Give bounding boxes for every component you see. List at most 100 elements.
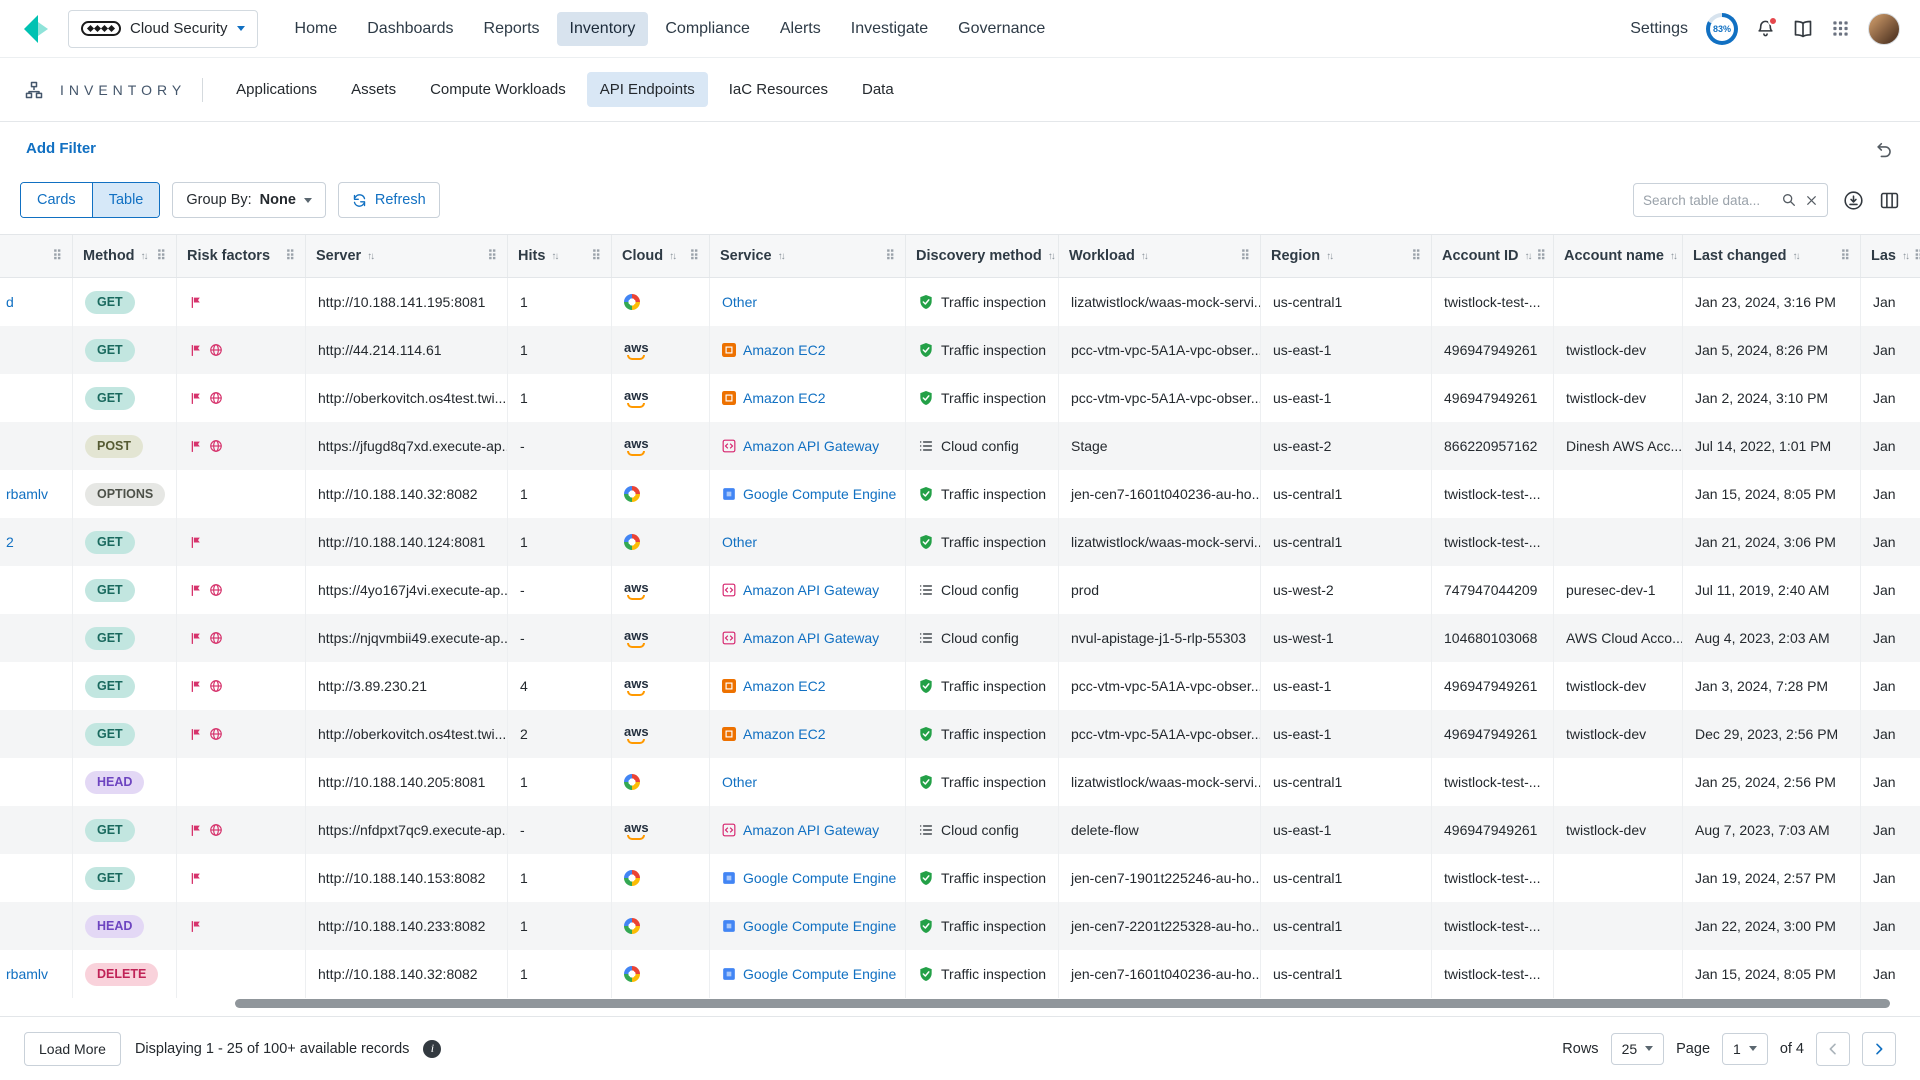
column-drag-handle-icon[interactable]: ⠿ [689,248,699,264]
tab-applications[interactable]: Applications [223,72,330,107]
column-drag-handle-icon[interactable]: ⠿ [1914,248,1920,264]
nav-item-dashboards[interactable]: Dashboards [354,12,466,46]
nav-item-investigate[interactable]: Investigate [838,12,941,46]
table-row[interactable]: GEThttp://44.214.114.611awsAmazon EC2Tra… [0,326,1920,374]
user-avatar[interactable] [1868,13,1900,45]
nav-item-home[interactable]: Home [282,12,351,46]
table-row[interactable]: rbamlvOPTIONShttp://10.188.140.32:80821G… [0,470,1920,518]
service-link[interactable]: Google Compute Engine [743,870,896,886]
next-page-button[interactable] [1862,1032,1896,1066]
service-link[interactable]: Amazon API Gateway [743,630,879,646]
tab-data[interactable]: Data [849,72,907,107]
column-drag-handle-icon[interactable]: ⠿ [591,248,601,264]
service-link[interactable]: Amazon API Gateway [743,822,879,838]
table-row[interactable]: GEThttps://4yo167j4vi.execute-ap...-awsA… [0,566,1920,614]
column-header-server[interactable]: Server↑↓⠿ [306,235,508,277]
service-link[interactable]: Google Compute Engine [743,486,896,502]
service-link[interactable]: Amazon EC2 [743,678,825,694]
column-header-method[interactable]: Method↑↓⠿ [73,235,177,277]
search-icon[interactable] [1781,192,1797,208]
reset-filters-icon[interactable] [1875,139,1894,158]
endpoint-link[interactable]: 2 [6,534,14,550]
table-row[interactable]: GEThttp://oberkovitch.os4test.twi...2aws… [0,710,1920,758]
service-link[interactable]: Amazon API Gateway [743,438,879,454]
column-header-workload[interactable]: Workload↑↓⠿ [1059,235,1261,277]
sort-icon[interactable]: ↑↓ [778,251,784,262]
column-drag-handle-icon[interactable]: ⠿ [1240,248,1250,264]
column-header-hidden[interactable]: ⠿ [0,235,73,277]
nav-item-compliance[interactable]: Compliance [652,12,762,46]
download-button[interactable] [1843,190,1864,211]
column-header-cloud[interactable]: Cloud↑↓⠿ [612,235,710,277]
endpoint-link[interactable]: rbamlv [6,486,48,502]
table-row[interactable]: rbamlvDELETEhttp://10.188.140.32:80821Go… [0,950,1920,998]
group-by-dropdown[interactable]: Group By: None [172,182,326,218]
table-search-input[interactable] [1643,193,1773,208]
service-link[interactable]: Other [722,294,757,310]
column-drag-handle-icon[interactable]: ⠿ [156,248,166,264]
nav-item-inventory[interactable]: Inventory [557,12,649,46]
column-header-region[interactable]: Region↑↓⠿ [1261,235,1432,277]
notifications-button[interactable] [1756,19,1775,38]
column-header-account-name[interactable]: Account name↑↓⠿ [1554,235,1683,277]
service-link[interactable]: Google Compute Engine [743,918,896,934]
tab-api-endpoints[interactable]: API Endpoints [587,72,708,107]
sort-icon[interactable]: ↑↓ [551,251,557,262]
table-row[interactable]: HEADhttp://10.188.140.233:80821Google Co… [0,902,1920,950]
docs-book-button[interactable] [1793,19,1813,39]
rows-per-page-select[interactable]: 25 [1611,1033,1665,1065]
sort-icon[interactable]: ↑↓ [1525,251,1531,262]
service-link[interactable]: Amazon EC2 [743,726,825,742]
table-row[interactable]: GEThttps://nfdpxt7qc9.execute-ap...-awsA… [0,806,1920,854]
table-row[interactable]: GEThttp://oberkovitch.os4test.twi...1aws… [0,374,1920,422]
sort-icon[interactable]: ↑↓ [1902,251,1908,262]
column-settings-button[interactable] [1879,190,1900,211]
sort-icon[interactable]: ↑↓ [1141,251,1147,262]
service-link[interactable]: Other [722,534,757,550]
sort-icon[interactable]: ↑↓ [1792,251,1798,262]
endpoint-link[interactable]: rbamlv [6,966,48,982]
column-drag-handle-icon[interactable]: ⠿ [285,248,295,264]
sort-icon[interactable]: ↑↓ [367,251,373,262]
nav-item-alerts[interactable]: Alerts [767,12,834,46]
column-drag-handle-icon[interactable]: ⠿ [1411,248,1421,264]
column-header-discovery-method[interactable]: Discovery method↑↓⠿ [906,235,1059,277]
table-row[interactable]: dGEThttp://10.188.141.195:80811OtherTraf… [0,278,1920,326]
column-header-account-id[interactable]: Account ID↑↓⠿ [1432,235,1554,277]
column-drag-handle-icon[interactable]: ⠿ [487,248,497,264]
column-header-las[interactable]: Las↑↓⠿ [1861,235,1920,277]
product-selector-dropdown[interactable]: Cloud Security [68,10,258,48]
service-link[interactable]: Amazon API Gateway [743,582,879,598]
column-drag-handle-icon[interactable]: ⠿ [1840,248,1850,264]
settings-link[interactable]: Settings [1630,20,1688,38]
table-row[interactable]: POSThttps://jfugd8q7xd.execute-ap...-aws… [0,422,1920,470]
page-select[interactable]: 1 [1722,1033,1768,1065]
sort-icon[interactable]: ↑↓ [1670,251,1676,262]
column-drag-handle-icon[interactable]: ⠿ [1537,248,1547,264]
service-link[interactable]: Amazon EC2 [743,342,825,358]
usage-gauge[interactable]: 83% [1706,13,1738,45]
service-link[interactable]: Google Compute Engine [743,966,896,982]
column-drag-handle-icon[interactable]: ⠿ [52,248,62,264]
sort-icon[interactable]: ↑↓ [1326,251,1332,262]
prev-page-button[interactable] [1816,1032,1850,1066]
nav-item-governance[interactable]: Governance [945,12,1058,46]
refresh-button[interactable]: Refresh [338,182,440,218]
clear-search-icon[interactable] [1805,194,1818,207]
column-header-service[interactable]: Service↑↓⠿ [710,235,906,277]
nav-item-reports[interactable]: Reports [471,12,553,46]
sort-icon[interactable]: ↑↓ [141,251,147,262]
load-more-button[interactable]: Load More [24,1032,121,1066]
column-header-last-changed[interactable]: Last changed↑↓⠿ [1683,235,1861,277]
cards-view-button[interactable]: Cards [21,183,93,217]
apps-grid-button[interactable] [1831,19,1850,38]
table-row[interactable]: GEThttp://10.188.140.153:80821Google Com… [0,854,1920,902]
sort-icon[interactable]: ↑↓ [669,251,675,262]
sort-icon[interactable]: ↑↓ [1048,251,1054,262]
tab-compute-workloads[interactable]: Compute Workloads [417,72,579,107]
column-drag-handle-icon[interactable]: ⠿ [885,248,895,264]
service-link[interactable]: Amazon EC2 [743,390,825,406]
table-view-button[interactable]: Table [93,183,160,217]
endpoint-link[interactable]: d [6,294,14,310]
column-header-risk-factors[interactable]: Risk factors⠿ [177,235,306,277]
